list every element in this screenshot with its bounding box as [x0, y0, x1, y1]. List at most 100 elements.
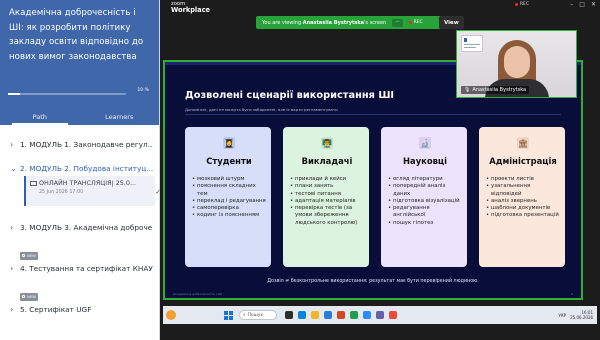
card-list: мозковий штурм пояснення складних тем пе…	[192, 176, 266, 220]
chevron-right-icon: ›	[10, 140, 14, 149]
slide-page-number: 8	[571, 292, 573, 296]
module-label: 5. Сертифікат UGF	[20, 305, 92, 314]
powerpoint-icon[interactable]	[337, 311, 345, 319]
zoom-app-icon[interactable]	[363, 311, 371, 319]
card-list: приклади й кейси плани занять тестові пи…	[290, 176, 364, 227]
card-list-item: адаптація матеріалів	[290, 198, 364, 206]
rec-pill-label: REC	[413, 20, 423, 25]
participant-name: Anastasiia Bystrytska	[472, 87, 527, 93]
recording-label: REC	[520, 2, 529, 7]
card-list-item: проекти листів	[486, 176, 560, 184]
module-item-2[interactable]: ⌄ 2. МОДУЛЬ 2. Побудова інституц...	[10, 164, 153, 173]
card-list-item: самоперевірка	[192, 205, 266, 213]
system-tray: УКР 16:01 25.06.2026	[558, 310, 593, 320]
progress-fill	[8, 93, 20, 95]
course-header: Академічна доброчесність і ШІ: як розроб…	[0, 0, 159, 108]
course-sidebar: Академічна доброчесність і ШІ: як розроб…	[0, 0, 161, 340]
teams-icon[interactable]	[376, 311, 384, 319]
card-administration: 🏛 Адміністрація проекти листів узагальне…	[479, 127, 565, 267]
participant-face	[504, 46, 530, 78]
slide-footnote: Дозвіл ≠ безконтрольне використання: рез…	[267, 279, 479, 284]
maximize-icon[interactable]: □	[579, 1, 585, 8]
badge-icon	[22, 295, 25, 298]
card-list-item: підготовка презентацій	[486, 212, 560, 220]
lesson-title: ОНЛАЙН ТРАНСЛЯЦІЯ| 25.0...	[39, 179, 137, 187]
edge-icon[interactable]	[298, 311, 306, 319]
options-icon: ⋯	[395, 20, 400, 25]
new-badge-row: NEW	[10, 283, 153, 302]
module-label: 4. Тестування та сертифікат КНАУ...	[20, 264, 153, 273]
search-placeholder: Пошук	[247, 312, 264, 318]
language-indicator[interactable]: УКР	[558, 313, 566, 318]
viewing-name: Anastasiia Bystrytska	[302, 19, 365, 26]
excel-icon[interactable]	[350, 311, 358, 319]
module-list: › 1. МОДУЛЬ 1. Законодавче регул... ⌄ 2.…	[0, 140, 161, 314]
viewing-banner: You are viewing Anastasiia Bystrytska's …	[256, 16, 447, 29]
close-icon[interactable]: ✕	[591, 1, 596, 8]
record-dot-icon	[408, 21, 412, 24]
progress-percent: 10 %	[137, 88, 149, 93]
card-title: Науковці	[403, 156, 447, 166]
zoom-logo: zoom Workplace	[171, 1, 210, 13]
participant-name-tag: 🎙 Anastasiia Bystrytska	[461, 86, 530, 94]
course-progress: 10 %	[8, 88, 151, 102]
module-item-5[interactable]: › 5. Сертифікат UGF	[10, 305, 153, 314]
chevron-right-icon: ›	[10, 305, 14, 314]
slide-footer-left: Академічна доброчесність і ШІ	[173, 292, 222, 296]
slide-subtitle: Допоміжні, дані не можуть бути заборонен…	[185, 107, 338, 112]
participant-video-tile[interactable]: 🎙 Anastasiia Bystrytska	[456, 30, 577, 98]
new-badge: NEW	[20, 251, 38, 260]
taskbar-search[interactable]: ⌕ Пошук	[239, 310, 277, 320]
chrome-icon[interactable]	[389, 311, 397, 319]
view-menu-button[interactable]: View	[439, 16, 464, 29]
view-options-button[interactable]: ⋯	[392, 18, 403, 27]
lesson-item-live[interactable]: ОНЛАЙН ТРАНСЛЯЦІЯ| 25.0... 25 Jun 2026 1…	[24, 176, 161, 206]
badge-label: NEW	[27, 253, 36, 258]
taskbar-clock[interactable]: 16:01 25.06.2026	[570, 310, 593, 320]
card-title: Студенти	[206, 156, 252, 166]
task-view-icon[interactable]	[285, 311, 293, 319]
card-list-item: аналіз звернень	[486, 198, 560, 206]
card-list-item: редагування англійської	[388, 205, 462, 220]
tab-learners[interactable]: Learners	[80, 108, 160, 125]
building-icon: 🏛	[517, 137, 529, 149]
card-students: 👩‍🎓 Студенти мозковий штурм пояснення ск…	[185, 127, 271, 267]
student-icon: 👩‍🎓	[223, 137, 235, 149]
zoom-logo-bottom: Workplace	[171, 6, 211, 14]
windows-start-icon[interactable]	[224, 310, 233, 320]
minimize-icon[interactable]: –	[570, 1, 573, 8]
recording-indicator: REC	[515, 2, 529, 7]
search-icon: ⌕	[243, 313, 246, 318]
card-list-item: приклади й кейси	[290, 176, 364, 184]
module-label: 2. МОДУЛЬ 2. Побудова інституц...	[20, 164, 153, 173]
card-list: огляд літератури попередній аналіз даних…	[388, 176, 462, 227]
card-list-item: пояснення складних тем	[192, 183, 266, 198]
card-list-item: узагальнення відповідей	[486, 183, 560, 198]
windows-taskbar: ⌕ Пошук УКР 16:01 25.06.2026	[163, 306, 597, 324]
microscope-icon: 🔬	[419, 137, 431, 149]
module-item-1[interactable]: › 1. МОДУЛЬ 1. Законодавче регул...	[10, 140, 153, 149]
card-researchers: 🔬 Науковці огляд літератури попередній а…	[381, 127, 467, 267]
word-icon[interactable]	[324, 311, 332, 319]
slide-title: Дозволені сценарії використання ШІ	[185, 90, 395, 101]
card-list-item: кодинг із поясненням	[192, 212, 266, 220]
module-item-4[interactable]: › 4. Тестування та сертифікат КНАУ...	[10, 264, 153, 273]
slide-divider	[185, 114, 561, 115]
card-title: Адміністрація	[489, 156, 557, 166]
module-label: 1. МОДУЛЬ 1. Законодавче регул...	[20, 140, 153, 149]
module-label: 3. МОДУЛЬ 3. Академічна доброче...	[20, 223, 153, 232]
progress-track	[8, 93, 126, 95]
card-list-item: тестові питання	[290, 191, 364, 199]
wall-poster	[461, 35, 483, 52]
zoom-bottom-bar	[160, 324, 600, 340]
module-item-3[interactable]: › 3. МОДУЛЬ 3. Академічна доброче...	[10, 223, 153, 232]
viewing-prefix: You are viewing	[262, 19, 302, 26]
weather-icon[interactable]	[166, 310, 176, 320]
monitor-icon	[30, 180, 37, 186]
explorer-icon[interactable]	[311, 311, 319, 319]
screen: Академічна доброчесність і ШІ: як розроб…	[0, 0, 600, 340]
chevron-right-icon: ›	[10, 264, 14, 273]
recording-pill: REC	[408, 20, 423, 25]
view-label: View	[444, 19, 459, 26]
tab-path[interactable]: Path	[0, 108, 80, 125]
